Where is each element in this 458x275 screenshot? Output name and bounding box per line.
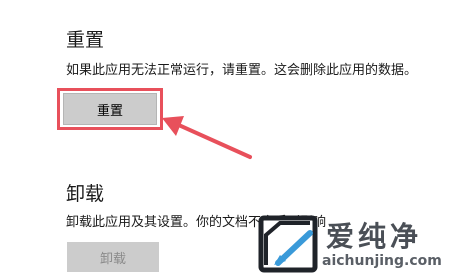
uninstall-button: 卸载 [67, 242, 159, 272]
site-watermark: 爱纯净 aichunjing.com [258, 213, 458, 275]
reset-button[interactable]: 重置 [63, 93, 157, 125]
watermark-name: 爱纯净 [326, 220, 423, 253]
uninstall-section-title: 卸载 [66, 183, 105, 205]
settings-page: 重置 如果此应用无法正常运行，请重置。这会删除此应用的数据。 重置 卸载 卸载此… [0, 0, 458, 275]
reset-section-description: 如果此应用无法正常运行，请重置。这会删除此应用的数据。 [66, 63, 418, 78]
watermark-url: aichunjing.com [322, 253, 442, 269]
aichunjing-logo-icon [258, 215, 318, 273]
reset-section-title: 重置 [66, 29, 105, 51]
red-arrow-icon [162, 116, 252, 159]
